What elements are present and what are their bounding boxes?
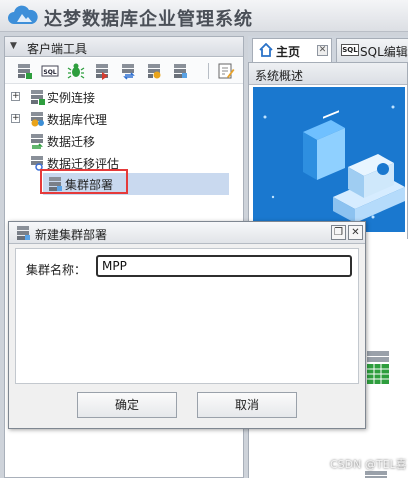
sql-icon[interactable]: SQL <box>41 62 59 80</box>
dialog-title: 新建集群部署 <box>35 228 108 242</box>
tree-item-migration-assessment[interactable]: 数据迁移评估 <box>5 152 241 174</box>
connect-db-icon[interactable] <box>15 62 33 80</box>
watermark: CSDN @TEL喜 <box>330 458 407 471</box>
title-bar: 达梦数据库企业管理系统 <box>0 0 408 32</box>
tree-item-cluster-deploy[interactable]: 集群部署 <box>43 173 229 195</box>
cluster-deploy-icon <box>17 226 30 240</box>
overview-illustration <box>253 87 405 232</box>
panel-header: ▼ 客户端工具 <box>5 37 243 57</box>
transfer-icon[interactable] <box>119 62 137 80</box>
server-stack-icon <box>31 90 45 105</box>
tree-item-label: 数据迁移 <box>47 135 96 149</box>
migrate-icon[interactable] <box>93 62 111 80</box>
ok-button[interactable]: 确定 <box>77 392 177 418</box>
tree-item-label: 数据库代理 <box>47 113 108 127</box>
tab-home[interactable]: 主页 ✕ <box>252 38 332 62</box>
tab-label: 主页 <box>276 45 301 59</box>
edit-icon[interactable] <box>217 62 235 80</box>
dialog-body: 集群名称： <box>15 248 359 384</box>
cluster-deploy-icon <box>49 177 62 191</box>
overview-title: 系统概述 <box>255 69 304 83</box>
server-stack-icon <box>365 471 387 478</box>
close-icon[interactable]: ✕ <box>348 225 363 240</box>
new-cluster-dialog: 新建集群部署 ❐ ✕ 集群名称： 确定 取消 <box>8 221 366 429</box>
collapse-chevron-icon[interactable]: ▼ <box>10 41 17 51</box>
tab-sql-editor[interactable]: SQL SQL编辑 <box>336 38 408 62</box>
cloud-logo-icon <box>8 5 38 24</box>
panel-title: 客户端工具 <box>27 42 88 56</box>
toolbar-separator <box>208 63 209 79</box>
tree-item-label: 实例连接 <box>47 91 96 105</box>
cancel-button[interactable]: 取消 <box>197 392 297 418</box>
dialog-titlebar: 新建集群部署 ❐ ✕ <box>9 222 365 244</box>
tree-item-label: 集群部署 <box>65 178 114 192</box>
debug-bug-icon[interactable] <box>67 62 85 80</box>
cluster-name-label: 集群名称： <box>26 263 87 277</box>
tree-item-instance-connection[interactable]: + 实例连接 <box>5 86 241 108</box>
restore-icon[interactable]: ❐ <box>331 225 346 240</box>
server-illustration-icon <box>253 87 405 232</box>
monitor-icon[interactable] <box>145 62 163 80</box>
db-settings-icon[interactable] <box>171 62 189 80</box>
app-title: 达梦数据库企业管理系统 <box>44 9 253 30</box>
tree-item-db-proxy[interactable]: + 数据库代理 <box>5 108 241 130</box>
database-table-icon <box>367 351 389 384</box>
tab-label: SQL编辑 <box>360 45 408 59</box>
expand-toggle[interactable]: + <box>11 114 20 123</box>
tab-strip: 主页 ✕ SQL SQL编辑 <box>248 36 408 62</box>
overview-header: 系统概述 <box>249 63 407 85</box>
svg-text:SQL: SQL <box>43 69 56 76</box>
tree-item-data-migration[interactable]: 数据迁移 <box>5 130 241 152</box>
tree-item-label: 数据迁移评估 <box>47 157 120 171</box>
cluster-name-input[interactable] <box>96 255 352 277</box>
client-toolbar: SQL <box>5 58 243 84</box>
sql-icon: SQL <box>341 44 359 56</box>
db-proxy-icon <box>31 112 44 127</box>
close-tab-icon[interactable]: ✕ <box>317 45 328 56</box>
data-migration-icon <box>31 134 43 149</box>
home-icon <box>259 43 273 57</box>
expand-toggle[interactable]: + <box>11 92 20 101</box>
migration-assessment-icon <box>31 156 45 171</box>
